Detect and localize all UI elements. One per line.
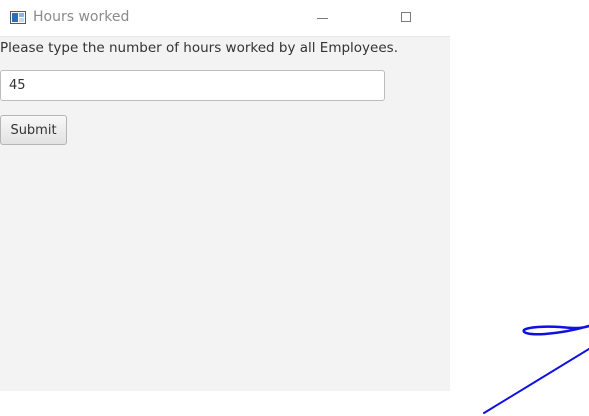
app-window-icon	[10, 11, 26, 24]
app-window: Hours worked Please type the number of h…	[0, 0, 450, 391]
hours-input[interactable]	[0, 70, 385, 101]
minimize-button[interactable]	[304, 0, 350, 36]
pen-annotation-loop	[522, 324, 589, 336]
maximize-button[interactable]	[384, 0, 430, 36]
pen-annotation-line	[483, 348, 589, 414]
title-bar[interactable]: Hours worked	[0, 0, 450, 37]
minimize-icon	[317, 18, 328, 19]
window-title: Hours worked	[33, 9, 130, 25]
hours-prompt-label: Please type the number of hours worked b…	[0, 40, 398, 56]
maximize-icon	[401, 12, 411, 22]
submit-button[interactable]: Submit	[0, 115, 67, 145]
screen: Hours worked Please type the number of h…	[0, 0, 589, 416]
